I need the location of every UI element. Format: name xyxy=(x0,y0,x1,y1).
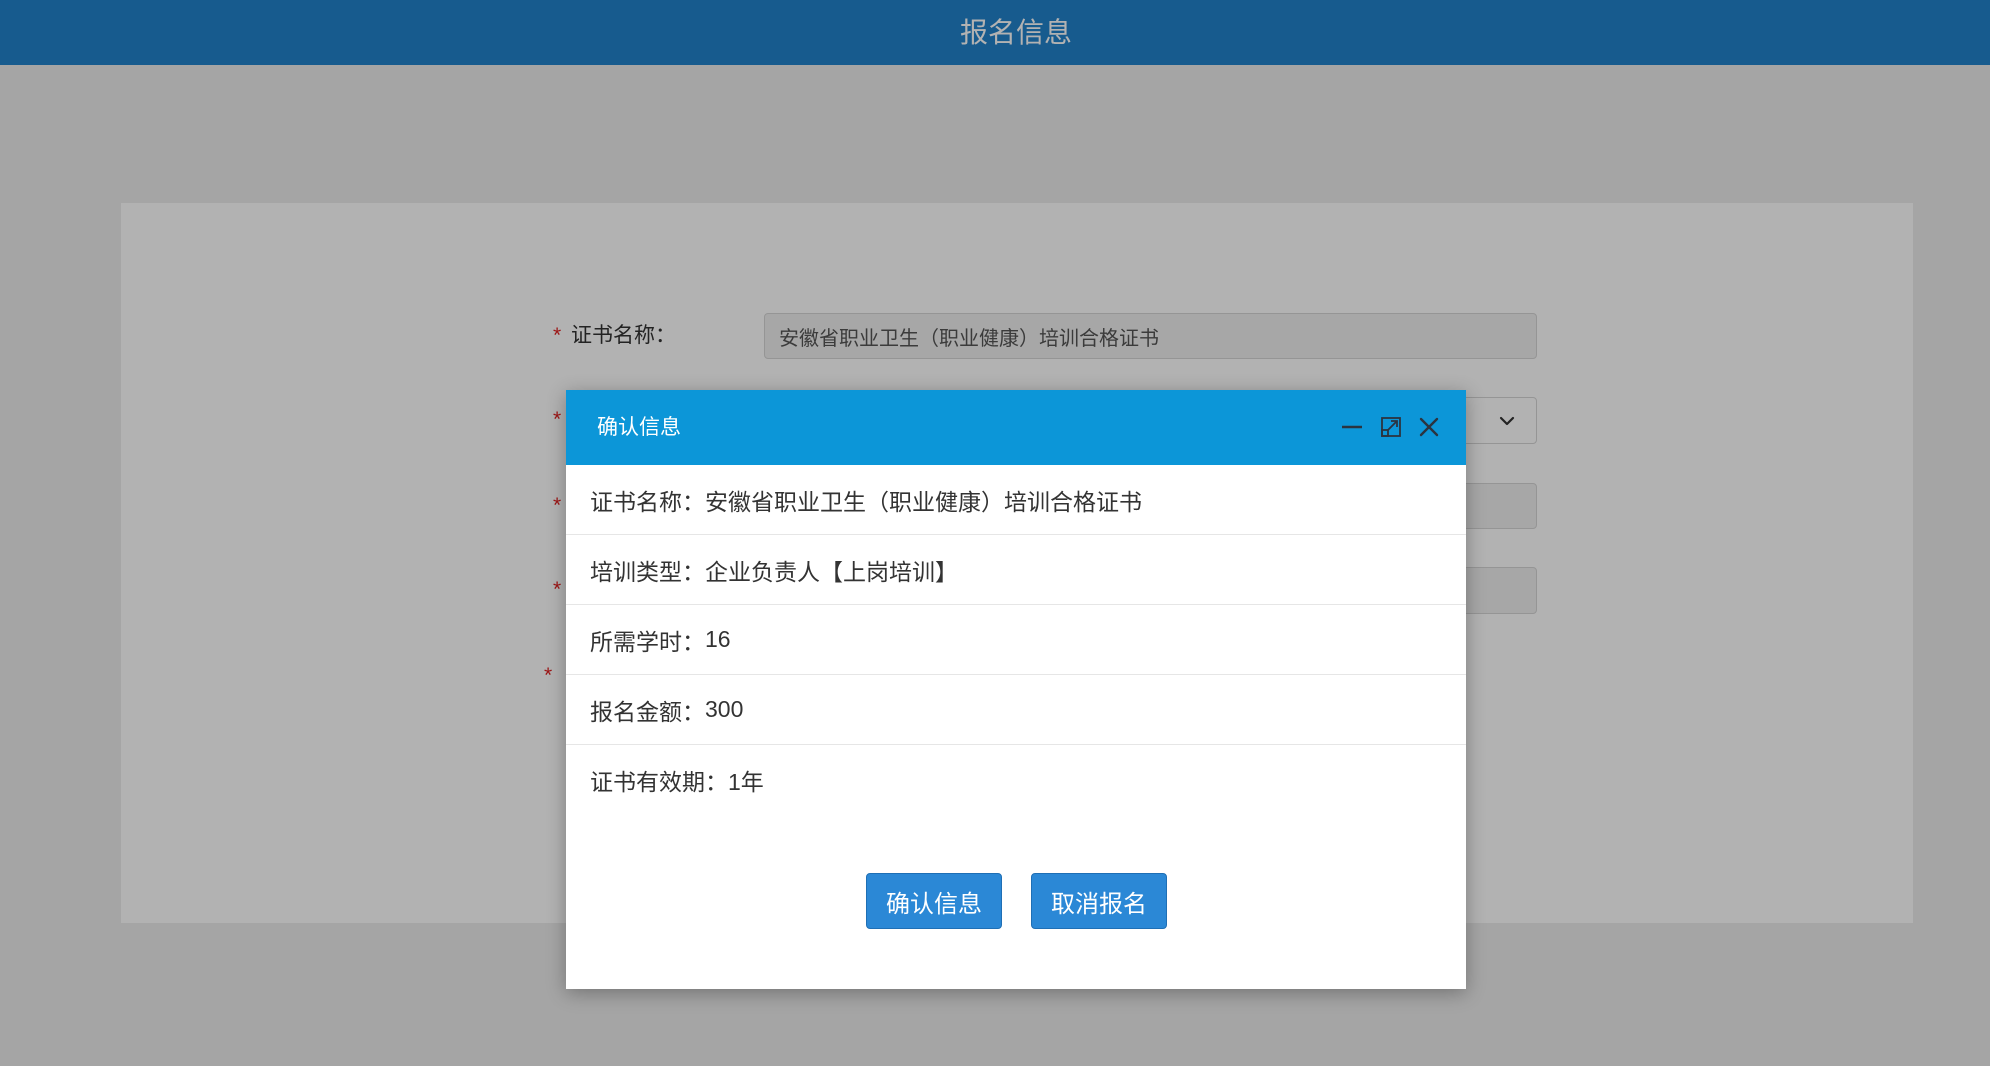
dialog-info-row: 培训类型： 企业负责人【上岗培训】 xyxy=(566,535,1466,605)
info-value: 企业负责人【上岗培训】 xyxy=(705,558,958,585)
minimize-icon[interactable] xyxy=(1341,416,1363,438)
info-value: 安徽省职业卫生（职业健康）培训合格证书 xyxy=(705,488,1142,515)
close-icon[interactable] xyxy=(1418,416,1440,438)
cancel-registration-button[interactable]: 取消报名 xyxy=(1031,873,1167,929)
info-label: 所需学时： xyxy=(590,628,705,655)
confirm-dialog: 确认信息 证书名称： 安徽省职业卫生（职业健康）培训合格证书 培训类型： 企业负责人… xyxy=(566,390,1466,989)
info-value: 16 xyxy=(705,626,731,652)
info-label: 培训类型： xyxy=(590,558,705,585)
dialog-info-row: 证书名称： 安徽省职业卫生（职业健康）培训合格证书 xyxy=(566,465,1466,535)
info-value: 1年 xyxy=(728,769,764,795)
info-label: 证书名称： xyxy=(590,488,705,515)
info-label: 证书有效期： xyxy=(590,769,728,795)
dialog-info-row: 证书有效期： 1年 xyxy=(566,745,1466,815)
dialog-title: 确认信息 xyxy=(597,416,681,439)
maximize-icon[interactable] xyxy=(1380,416,1402,438)
dialog-info-row: 所需学时： 16 xyxy=(566,605,1466,675)
dialog-info-row: 报名金额： 300 xyxy=(566,675,1466,745)
dialog-titlebar[interactable]: 确认信息 xyxy=(566,390,1466,465)
info-value: 300 xyxy=(705,696,744,722)
confirm-info-button[interactable]: 确认信息 xyxy=(866,873,1002,929)
info-label: 报名金额： xyxy=(590,698,705,725)
